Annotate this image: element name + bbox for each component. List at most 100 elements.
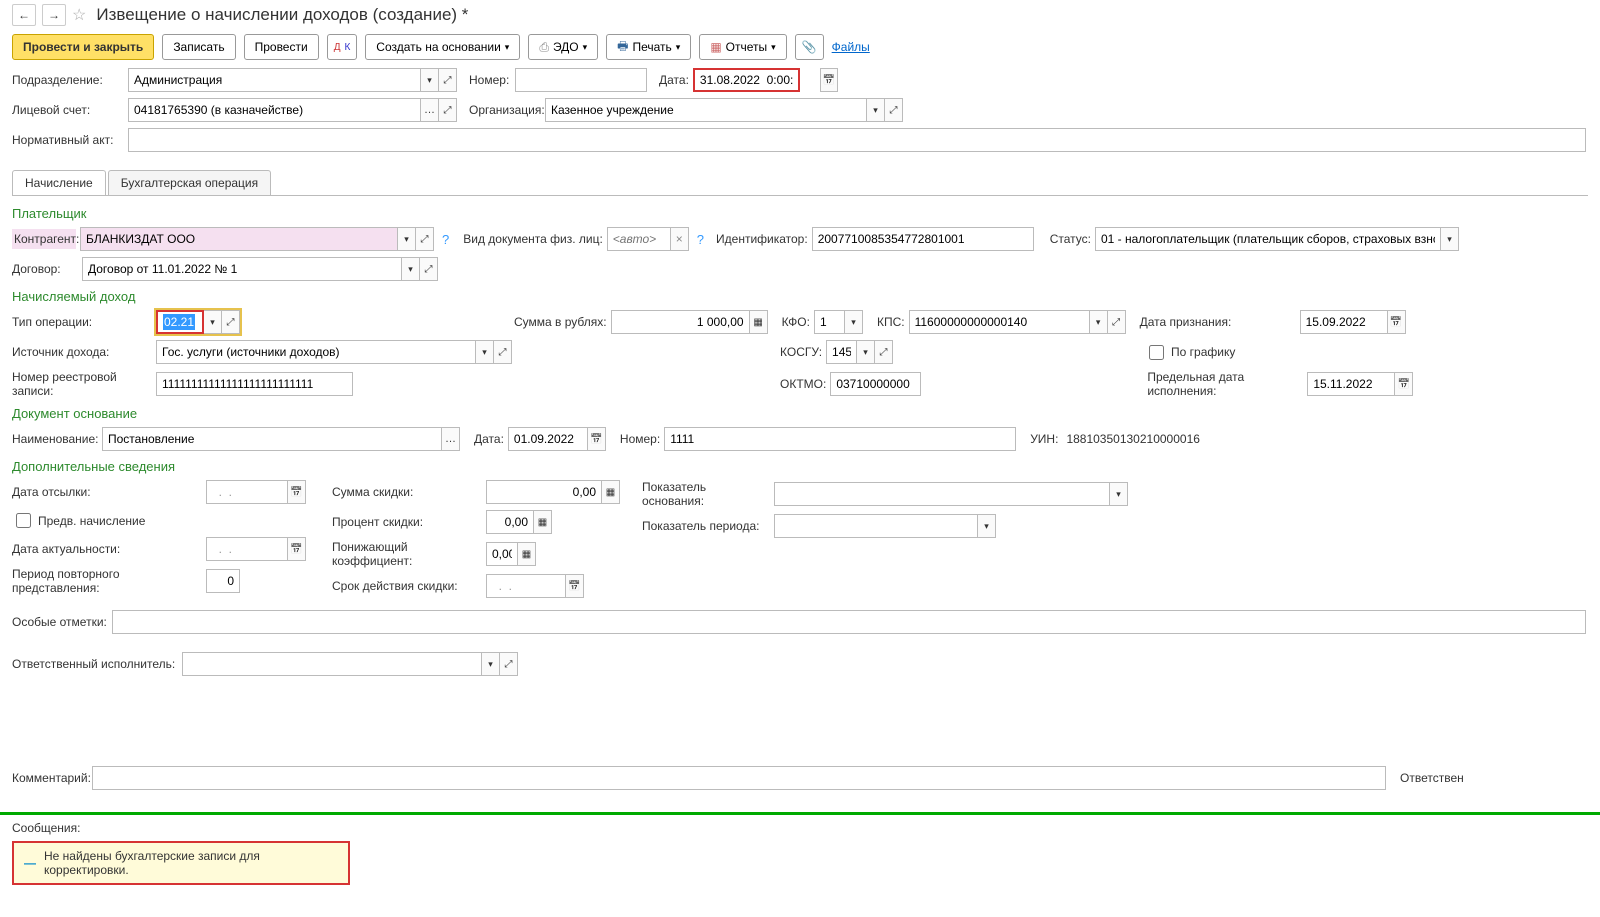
send-date-cal[interactable] [288, 480, 306, 504]
kfo-input[interactable] [814, 310, 845, 334]
print-button[interactable]: 🖶 Печать ▾ [606, 34, 691, 60]
oktmo-label: ОКТМО: [780, 377, 826, 391]
org-dropdown[interactable] [867, 98, 885, 122]
kps-input[interactable] [909, 310, 1090, 334]
contr-help-icon[interactable]: ? [442, 232, 449, 247]
kosgu-dropdown[interactable] [857, 340, 875, 364]
tab-accounting[interactable]: Бухгалтерская операция [108, 170, 271, 195]
account-open[interactable] [439, 98, 457, 122]
favorite-icon[interactable]: ☆ [72, 5, 86, 25]
dk-button[interactable]: ДК [327, 34, 358, 60]
executor-open[interactable] [500, 652, 518, 676]
account-select[interactable] [421, 98, 439, 122]
period-ind-dropdown[interactable] [978, 514, 996, 538]
schedule-checkbox[interactable] [1149, 345, 1164, 360]
act-input[interactable] [128, 128, 1586, 152]
org-open[interactable] [885, 98, 903, 122]
sum-calc[interactable] [750, 310, 768, 334]
kosgu-open[interactable] [875, 340, 893, 364]
contract-input[interactable] [82, 257, 402, 281]
create-based-button[interactable]: Создать на основании ▾ [365, 34, 520, 60]
nav-back-button[interactable]: ← [12, 4, 36, 26]
contr-input[interactable] [80, 227, 398, 251]
basis-name-select[interactable] [442, 427, 460, 451]
disc-pct-calc[interactable] [534, 510, 552, 534]
reports-button[interactable]: ▦ Отчеты ▾ [699, 34, 786, 60]
disc-sum-calc[interactable] [602, 480, 620, 504]
reestr-input[interactable] [156, 372, 353, 396]
edo-button[interactable]: ⎙ ЭДО ▾ [528, 34, 598, 60]
deadline-cal[interactable] [1395, 372, 1413, 396]
id-input[interactable] [812, 227, 1034, 251]
disc-term-cal[interactable] [566, 574, 584, 598]
post-button[interactable]: Провести [244, 34, 319, 60]
doc-type-clear[interactable] [671, 227, 689, 251]
number-input[interactable] [515, 68, 647, 92]
op-type-input[interactable]: 02.21 [156, 310, 204, 334]
send-date-input[interactable] [206, 480, 288, 504]
doc-type-help-icon[interactable]: ? [697, 232, 704, 247]
executor-input[interactable] [182, 652, 482, 676]
basis-number-label: Номер: [620, 432, 660, 446]
basis-ind-dropdown[interactable] [1110, 482, 1128, 506]
doc-type-input[interactable] [607, 227, 671, 251]
status-input[interactable] [1095, 227, 1441, 251]
period-ind-input[interactable] [774, 514, 978, 538]
op-type-dropdown[interactable] [204, 310, 222, 334]
contr-open[interactable] [416, 227, 434, 251]
department-open[interactable] [439, 68, 457, 92]
post-and-close-button[interactable]: Провести и закрыть [12, 34, 154, 60]
pre-accrual-checkbox[interactable] [16, 513, 31, 528]
actual-date-cal[interactable] [288, 537, 306, 561]
deadline-input[interactable] [1307, 372, 1395, 396]
date-label: Дата: [659, 73, 689, 87]
basis-date-input[interactable] [508, 427, 588, 451]
coeff-calc[interactable] [518, 542, 536, 566]
message-row[interactable]: — Не найдены бухгалтерские записи для ко… [12, 841, 350, 885]
coeff-input[interactable] [486, 542, 518, 566]
basis-date-cal[interactable] [588, 427, 606, 451]
contract-open[interactable] [420, 257, 438, 281]
source-dropdown[interactable] [476, 340, 494, 364]
repeat-input[interactable] [206, 569, 240, 593]
tab-accrual[interactable]: Начисление [12, 170, 106, 195]
basis-section-title: Документ основание [12, 406, 1588, 421]
attach-button[interactable]: 📎 [795, 34, 824, 60]
date-calendar[interactable] [820, 68, 838, 92]
contr-dropdown[interactable] [398, 227, 416, 251]
department-dropdown[interactable] [421, 68, 439, 92]
kfo-dropdown[interactable] [845, 310, 863, 334]
disc-term-input[interactable] [486, 574, 566, 598]
org-input[interactable] [545, 98, 867, 122]
marks-input[interactable] [112, 610, 1586, 634]
date-input[interactable] [693, 68, 800, 92]
files-link[interactable]: Файлы [832, 40, 870, 54]
disc-sum-input[interactable] [486, 480, 602, 504]
basis-number-input[interactable] [664, 427, 1016, 451]
op-type-open[interactable] [222, 310, 240, 334]
save-button[interactable]: Записать [162, 34, 235, 60]
account-input[interactable] [128, 98, 421, 122]
status-dropdown[interactable] [1441, 227, 1459, 251]
basis-date-label: Дата: [474, 432, 504, 446]
nav-forward-button[interactable]: → [42, 4, 66, 26]
oktmo-input[interactable] [830, 372, 921, 396]
kosgu-input[interactable] [826, 340, 857, 364]
source-input[interactable] [156, 340, 476, 364]
disc-pct-input[interactable] [486, 510, 534, 534]
contract-dropdown[interactable] [402, 257, 420, 281]
actual-date-input[interactable] [206, 537, 288, 561]
basis-ind-input[interactable] [774, 482, 1110, 506]
executor-dropdown[interactable] [482, 652, 500, 676]
rec-date-cal[interactable] [1388, 310, 1406, 334]
sum-input[interactable] [611, 310, 750, 334]
rec-date-input[interactable] [1300, 310, 1388, 334]
basis-name-input[interactable] [102, 427, 442, 451]
source-open[interactable] [494, 340, 512, 364]
department-input[interactable] [128, 68, 421, 92]
send-date-label: Дата отсылки: [12, 485, 202, 499]
kps-dropdown[interactable] [1090, 310, 1108, 334]
comment-input[interactable] [92, 766, 1386, 790]
act-label: Нормативный акт: [12, 133, 124, 147]
kps-open[interactable] [1108, 310, 1126, 334]
